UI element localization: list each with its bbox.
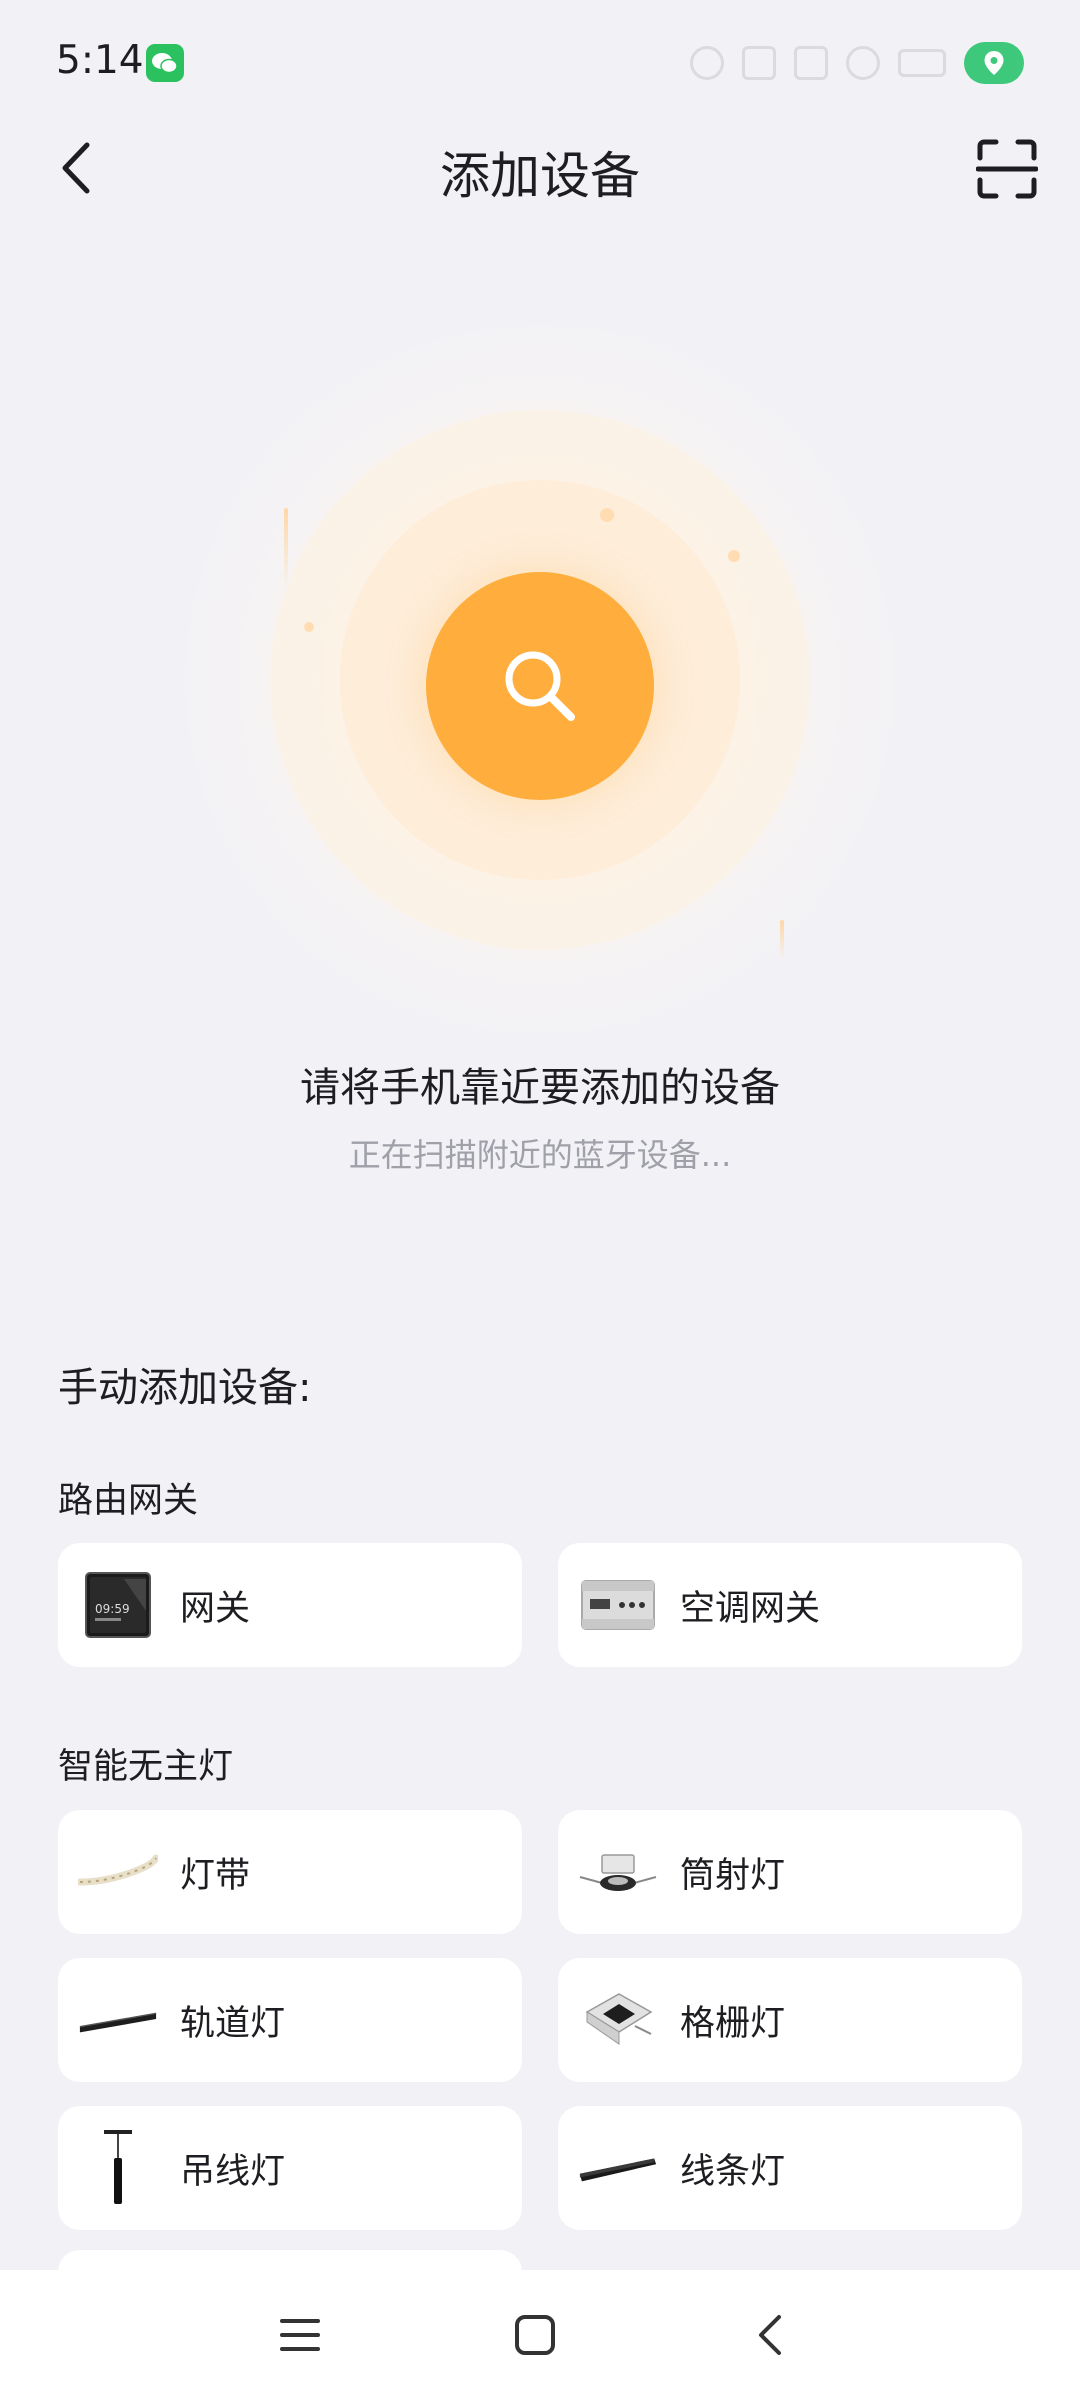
device-card-label: 格栅灯 — [680, 2003, 786, 2044]
signal-icon — [794, 46, 828, 80]
search-button[interactable] — [426, 572, 654, 800]
radar-streak — [780, 920, 784, 960]
linear-light-icon — [578, 2128, 658, 2208]
bluetooth-scanner — [160, 310, 920, 1050]
radar-dot — [600, 508, 614, 522]
gateway-grid: 09:59 网关 空调网关 — [58, 1543, 1022, 1667]
scan-instruction: 请将手机靠近要添加的设备 — [300, 1065, 780, 1111]
section-title-smart-lights: 智能无主灯 — [58, 1747, 234, 1787]
grille-light-icon — [578, 1980, 658, 2060]
search-icon — [505, 651, 575, 721]
device-card-downlight[interactable]: 筒射灯 — [558, 1810, 1022, 1934]
wifi-icon — [846, 46, 880, 80]
track-light-icon — [78, 1980, 158, 2060]
bluetooth-icon — [690, 46, 724, 80]
wechat-icon — [146, 44, 184, 82]
downlight-icon — [578, 1832, 658, 1912]
device-card-ac-gateway[interactable]: 空调网关 — [558, 1543, 1022, 1667]
manual-add-title: 手动添加设备: — [58, 1365, 312, 1411]
device-card-label: 空调网关 — [680, 1588, 821, 1629]
scan-status: 正在扫描附近的蓝牙设备... — [348, 1136, 732, 1174]
location-icon — [964, 42, 1024, 84]
back-icon — [759, 2315, 781, 2355]
radar-dot — [728, 550, 740, 562]
svg-text:09:59: 09:59 — [95, 1602, 130, 1616]
pendant-light-icon — [78, 2128, 158, 2208]
device-card-label: 筒射灯 — [680, 1855, 786, 1896]
scan-icon — [976, 139, 1038, 199]
device-card-linear-light[interactable]: 线条灯 — [558, 2106, 1022, 2230]
radar-streak — [284, 508, 288, 588]
menu-icon — [280, 2319, 320, 2351]
device-card-track-light[interactable]: 轨道灯 — [58, 1958, 522, 2082]
navigation-bar — [0, 2270, 1080, 2400]
device-card-pendant-light[interactable]: 吊线灯 — [58, 2106, 522, 2230]
device-card-light-strip[interactable]: 灯带 — [58, 1810, 522, 1934]
page-title: 添加设备 — [440, 147, 640, 205]
status-bar: 5:14 — [0, 0, 1080, 126]
device-card-gateway[interactable]: 09:59 网关 — [58, 1543, 522, 1667]
radar-dot — [304, 622, 314, 632]
device-card-label: 网关 — [180, 1588, 251, 1629]
section-title-gateway: 路由网关 — [58, 1481, 199, 1521]
device-card-label: 轨道灯 — [180, 2003, 286, 2044]
light-strip-icon — [78, 1832, 158, 1912]
battery-icon — [898, 49, 946, 77]
status-icons — [690, 38, 1024, 88]
device-card-grille-light[interactable]: 格栅灯 — [558, 1958, 1022, 2082]
nav-back-button[interactable] — [735, 2300, 805, 2370]
home-icon — [515, 2315, 555, 2355]
device-card-label: 吊线灯 — [180, 2151, 286, 2192]
mute-icon — [742, 46, 776, 80]
status-time: 5:14 — [56, 38, 144, 83]
header: 添加设备 — [0, 126, 1080, 210]
scan-button[interactable] — [970, 132, 1044, 206]
gateway-panel-icon: 09:59 — [78, 1565, 158, 1645]
menu-button[interactable] — [265, 2300, 335, 2370]
device-card-label: 灯带 — [180, 1855, 251, 1896]
home-button[interactable] — [500, 2300, 570, 2370]
device-card-label: 线条灯 — [680, 2151, 786, 2192]
ac-gateway-icon — [578, 1565, 658, 1645]
lights-grid: 灯带 筒射灯 轨道灯 格栅灯 吊线灯 线条灯 — [58, 1810, 1022, 2230]
